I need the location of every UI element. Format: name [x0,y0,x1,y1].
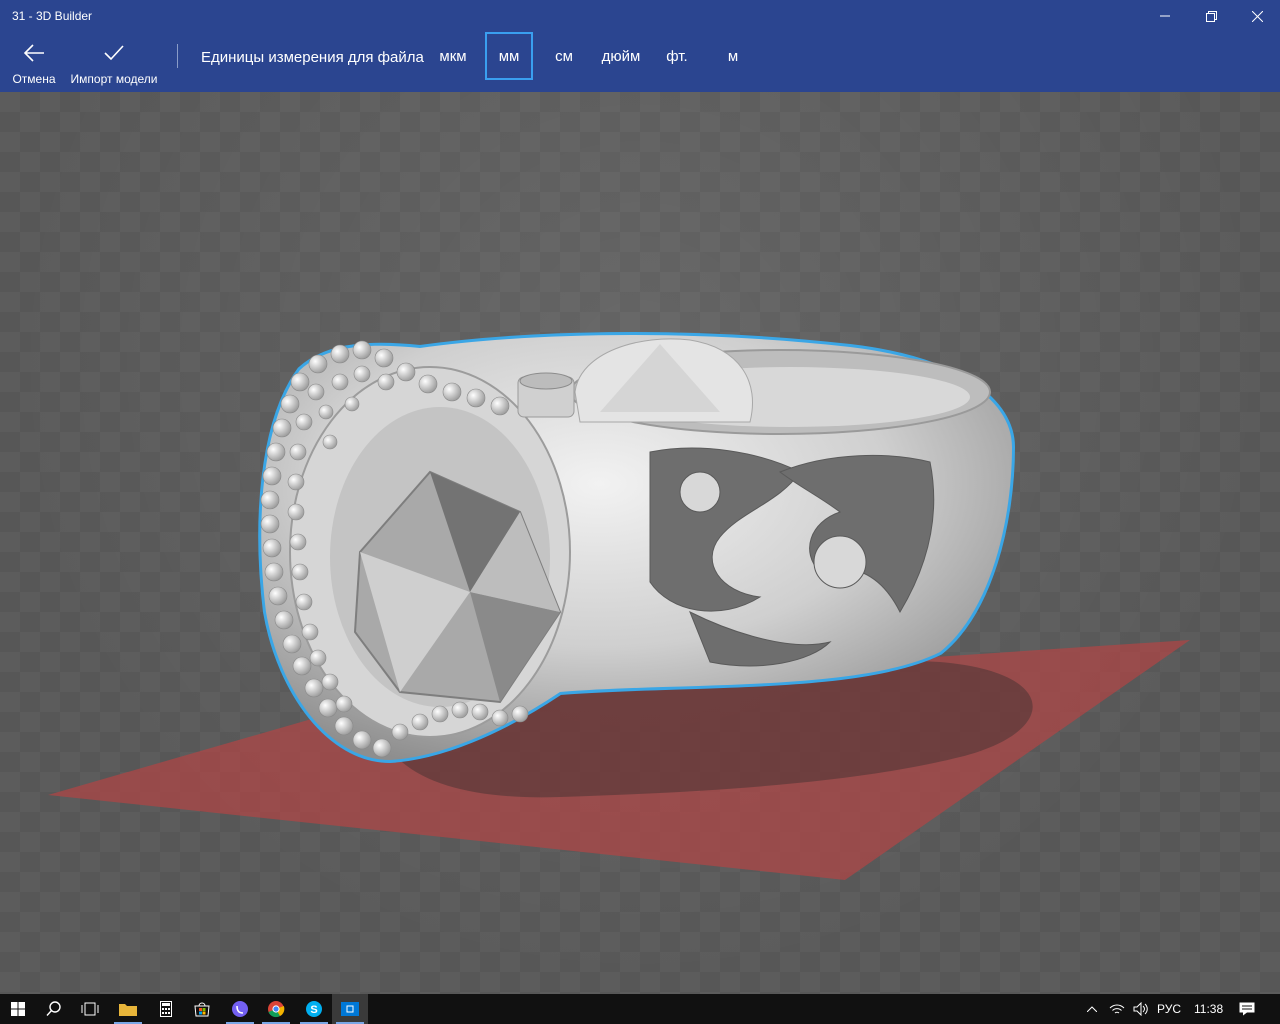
clock[interactable]: 11:38 [1194,1002,1223,1016]
notification-icon [1239,1002,1255,1016]
restore-button[interactable] [1188,0,1234,32]
task-view-button[interactable] [72,994,108,1024]
taskbar-store[interactable] [184,994,220,1024]
3d-viewport[interactable] [0,92,1280,994]
import-model-button[interactable]: Импорт модели [66,32,162,92]
taskbar-3d-builder[interactable] [332,994,368,1024]
back-arrow-icon [23,44,44,62]
unit-option-m[interactable]: м [714,32,752,80]
taskbar-chrome[interactable] [258,994,294,1024]
unit-option-inch[interactable]: дюйм [592,32,650,80]
folder-icon [119,1004,137,1016]
close-button[interactable] [1234,0,1280,32]
network-button[interactable] [1106,994,1128,1024]
start-button[interactable] [0,994,36,1024]
input-language[interactable]: РУС [1157,1002,1181,1016]
unit-option-mm[interactable]: мм [485,32,533,80]
svg-text:S: S [310,1004,317,1016]
search-icon [46,1001,61,1016]
chrome-icon [268,1001,285,1018]
windows-logo-icon [11,1002,25,1016]
command-bar: Отмена Импорт модели Единицы измерения д… [0,32,1280,92]
chevron-up-icon [1087,1006,1097,1012]
unit-option-ft[interactable]: фт. [656,32,698,80]
volume-button[interactable] [1130,994,1152,1024]
checkmark-icon [104,45,124,61]
wifi-icon [1109,1004,1125,1014]
units-label: Единицы измерения для файла [201,49,424,66]
3d-scene [48,332,1190,880]
taskbar-file-explorer[interactable] [110,994,146,1024]
taskbar-skype[interactable]: S [296,994,332,1024]
cancel-button[interactable]: Отмена [6,32,62,92]
search-button[interactable] [36,994,72,1024]
minimize-button[interactable] [1142,0,1188,32]
cancel-label: Отмена [12,72,56,86]
minimize-icon [1160,15,1170,17]
toolbar-separator [177,44,178,68]
taskbar: S РУС 11:38 [0,994,1280,1024]
close-icon [1251,10,1263,22]
restore-icon [1205,10,1217,22]
show-hidden-icons-button[interactable] [1082,994,1102,1024]
viber-icon [232,1001,248,1017]
import-label: Импорт модели [70,72,158,86]
skype-icon: S [306,1001,322,1017]
title-bar: 31 - 3D Builder [0,0,1280,32]
unit-option-um[interactable]: мкм [430,32,476,80]
action-center-button[interactable] [1232,994,1262,1024]
window-title: 31 - 3D Builder [12,9,93,23]
store-icon [194,1002,210,1017]
3d-builder-icon [341,1002,359,1016]
speaker-icon [1133,1002,1148,1016]
taskbar-calculator[interactable] [148,994,184,1024]
task-view-icon [81,1002,99,1016]
unit-option-cm[interactable]: см [543,32,585,80]
taskbar-viber[interactable] [222,994,258,1024]
calculator-icon [160,1001,172,1017]
